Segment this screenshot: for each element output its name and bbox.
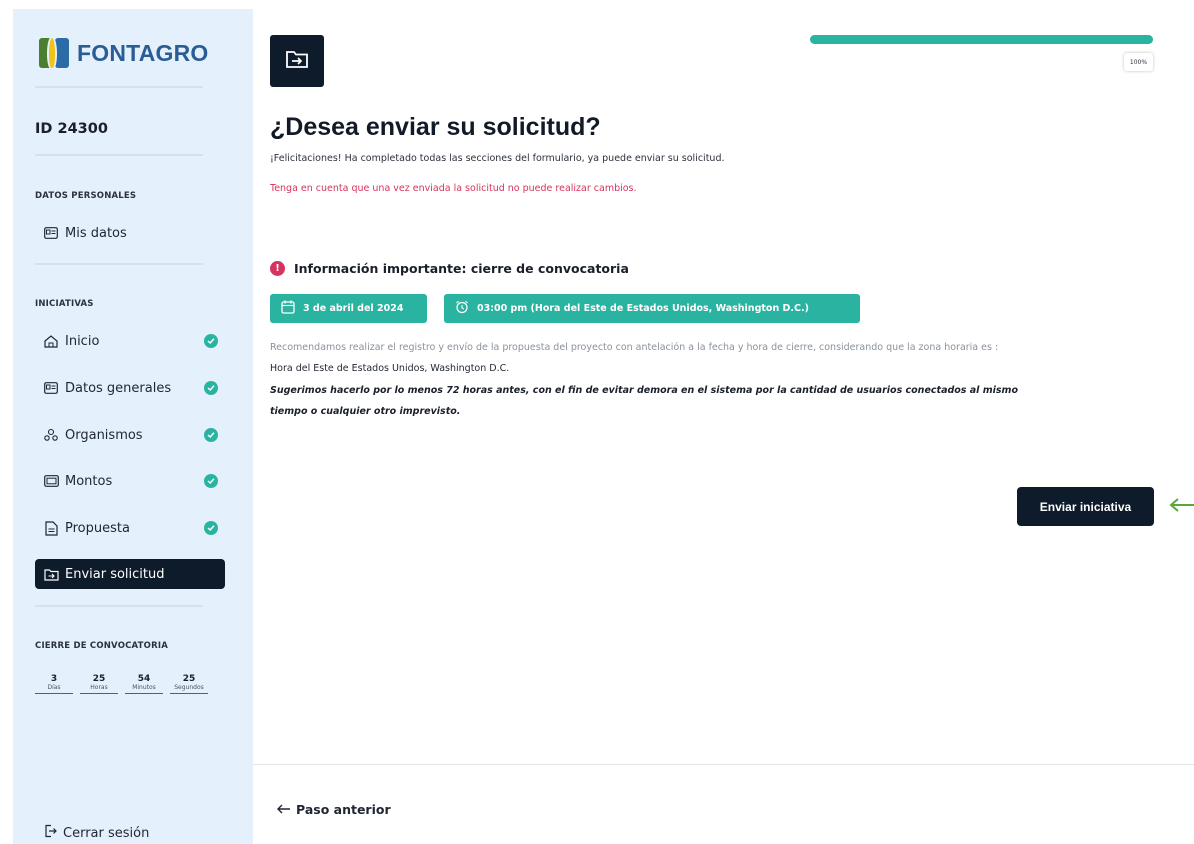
logout-button[interactable]: Cerrar sesión [43, 824, 149, 842]
check-icon [204, 381, 218, 395]
brand-name: FONTAGRO [77, 39, 209, 66]
previous-step-label: Paso anterior [296, 802, 391, 817]
sidebar-item-montos[interactable]: Montos [35, 466, 225, 496]
countdown-unit: Días [47, 684, 61, 691]
progress-bar [810, 35, 1153, 44]
home-icon [43, 333, 59, 349]
sidebar-item-label: Inicio [65, 333, 100, 349]
recommendation-text: Recomendamos realizar el registro y enví… [270, 342, 999, 353]
divider [35, 154, 203, 156]
congrats-message: ¡Felicitaciones! Ha completado todas las… [270, 153, 725, 164]
logout-icon [43, 824, 57, 842]
organization-icon [43, 427, 59, 443]
logout-label: Cerrar sesión [63, 825, 150, 841]
page: FONTAGRO ID 24300 DATOS PERSONALES Mis d… [0, 0, 1194, 844]
sidebar-item-enviar-solicitud[interactable]: Enviar solicitud [35, 559, 225, 589]
money-icon [43, 473, 59, 489]
sidebar-item-label: Montos [65, 473, 113, 489]
sidebar: FONTAGRO ID 24300 DATOS PERSONALES Mis d… [13, 9, 253, 844]
countdown-unit: Minutos [132, 684, 156, 691]
countdown-value: 25 [182, 674, 196, 684]
id-card-icon [43, 380, 59, 396]
calendar-icon [281, 300, 295, 317]
progress-percent: 100% [1124, 53, 1153, 71]
countdown-value: 25 [92, 674, 106, 684]
alert-icon: ! [270, 261, 285, 276]
sidebar-item-label: Propuesta [65, 520, 130, 536]
countdown-hours: 25 Horas [80, 674, 118, 694]
sidebar-item-label: Mis datos [65, 225, 127, 241]
sidebar-item-propuesta[interactable]: Propuesta [35, 513, 225, 543]
brand[interactable]: FONTAGRO [37, 35, 209, 71]
sidebar-item-label: Datos generales [65, 380, 172, 396]
divider [35, 605, 203, 607]
sidebar-item-organismos[interactable]: Organismos [35, 420, 225, 450]
application-id: ID 24300 [35, 121, 108, 137]
sidebar-item-label: Organismos [65, 427, 143, 443]
send-initiative-button[interactable]: Enviar iniciativa [1017, 487, 1154, 526]
send-folder-icon [285, 49, 309, 73]
countdown-timer: 3 Días 25 Horas 54 Minutos 25 Segundos [35, 674, 208, 694]
section-title-initiatives: INICIATIVAS [35, 299, 94, 309]
check-icon [204, 474, 218, 488]
countdown-days: 3 Días [35, 674, 73, 694]
alarm-clock-icon [455, 300, 469, 317]
divider [35, 86, 203, 88]
annotation-arrow-icon [1168, 495, 1194, 519]
deadline-date-chip: 3 de abril del 2024 [270, 294, 427, 323]
previous-step-button[interactable]: Paso anterior [276, 802, 391, 817]
info-heading-text: Información importante: cierre de convoc… [294, 261, 629, 276]
document-icon [43, 520, 59, 536]
check-icon [204, 428, 218, 442]
deadline-time: 03:00 pm (Hora del Este de Estados Unido… [477, 303, 809, 314]
recommendation-timezone: Hora del Este de Estados Unidos, Washing… [270, 363, 510, 374]
countdown-minutes: 54 Minutos [125, 674, 163, 694]
suggestion-text-cont: tiempo o cualquier otro imprevisto. [270, 406, 461, 417]
suggestion-text: Sugerimos hacerlo por lo menos 72 horas … [270, 385, 1018, 396]
check-icon [204, 521, 218, 535]
countdown-unit: Segundos [174, 684, 204, 691]
deadline-time-chip: 03:00 pm (Hora del Este de Estados Unido… [444, 294, 860, 323]
sidebar-item-datos-generales[interactable]: Datos generales [35, 373, 225, 403]
warning-message: Tenga en cuenta que una vez enviada la s… [270, 183, 637, 194]
page-title: ¿Desea enviar su solicitud? [270, 113, 601, 141]
check-icon [204, 334, 218, 348]
section-title-deadline: CIERRE DE CONVOCATORIA [35, 641, 168, 651]
progress-fill [810, 35, 1153, 44]
id-card-icon [43, 225, 59, 241]
deadline-date: 3 de abril del 2024 [303, 303, 404, 314]
countdown-unit: Horas [90, 684, 108, 691]
sidebar-item-label: Enviar solicitud [65, 566, 165, 582]
arrow-left-icon [276, 802, 290, 817]
sidebar-item-inicio[interactable]: Inicio [35, 326, 225, 356]
send-folder-icon [43, 566, 59, 582]
countdown-seconds: 25 Segundos [170, 674, 208, 694]
send-folder-badge [270, 35, 324, 87]
section-title-personal: DATOS PERSONALES [35, 191, 137, 201]
sidebar-item-mis-datos[interactable]: Mis datos [35, 218, 225, 248]
footer-divider [253, 764, 1194, 765]
countdown-value: 3 [50, 674, 58, 684]
divider [35, 263, 203, 265]
countdown-value: 54 [137, 674, 151, 684]
fontagro-logo-icon [37, 35, 71, 71]
info-heading: ! Información importante: cierre de conv… [270, 261, 629, 276]
